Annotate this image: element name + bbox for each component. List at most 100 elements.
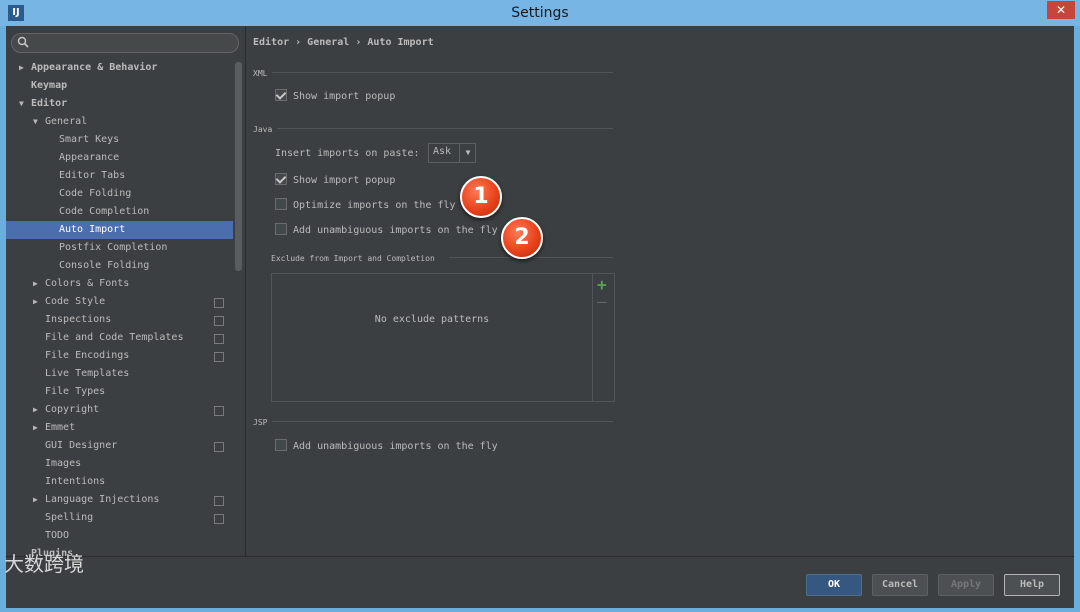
xml-section-label: XML xyxy=(253,69,268,78)
tree-item-keymap[interactable]: Keymap xyxy=(6,77,233,95)
tree-item-label: Keymap xyxy=(31,80,68,91)
project-scope-icon xyxy=(214,334,224,344)
optimize-imports-option[interactable]: Optimize imports on the fly xyxy=(275,198,456,213)
tree-item-gui-designer[interactable]: GUI Designer xyxy=(6,437,233,455)
tree-item-smart-keys[interactable]: Smart Keys xyxy=(6,131,233,149)
exclude-empty-text: No exclude patterns xyxy=(374,314,490,325)
breadcrumb: Editor › General › Auto Import xyxy=(253,37,434,48)
cancel-button[interactable]: Cancel xyxy=(872,574,928,596)
help-button[interactable]: Help xyxy=(1004,574,1060,596)
jsp-section-label: JSP xyxy=(253,418,268,427)
expanded-arrow-icon[interactable]: ▼ xyxy=(33,113,38,131)
tree-item-label: Images xyxy=(45,458,82,469)
tree-item-code-folding[interactable]: Code Folding xyxy=(6,185,233,203)
auto-import-panel: Editor › General › Auto Import XML Show … xyxy=(246,26,1074,556)
jsp-add-unambiguous-imports-checkbox[interactable] xyxy=(275,439,287,451)
tree-item-label: Smart Keys xyxy=(59,134,120,145)
tree-item-label: Intentions xyxy=(45,476,106,487)
callout-badge-1: 1 xyxy=(460,176,502,218)
insert-imports-select[interactable]: Ask ▼ xyxy=(428,143,476,163)
search-icon xyxy=(17,36,29,48)
callout-badge-2-number: 2 xyxy=(514,225,530,250)
tree-item-inspections[interactable]: Inspections xyxy=(6,311,233,329)
tree-item-label: Spelling xyxy=(45,512,94,523)
tree-item-label: TODO xyxy=(45,530,70,541)
tree-item-label: File Encodings xyxy=(45,350,130,361)
tree-item-postfix-completion[interactable]: Postfix Completion xyxy=(6,239,233,257)
tree-item-label: Editor xyxy=(31,98,68,109)
close-button[interactable]: ✕ xyxy=(1047,1,1075,19)
project-scope-icon xyxy=(214,496,224,506)
remove-pattern-icon[interactable]: — xyxy=(597,292,607,311)
expanded-arrow-icon[interactable]: ▼ xyxy=(19,95,24,113)
tree-item-label: Postfix Completion xyxy=(59,242,168,253)
tree-item-label: Copyright xyxy=(45,404,100,415)
tree-item-emmet[interactable]: ▶ Emmet xyxy=(6,419,233,437)
callout-badge-2: 2 xyxy=(501,217,543,259)
tree-item-editor-tabs[interactable]: Editor Tabs xyxy=(6,167,233,185)
chevron-down-icon[interactable]: ▼ xyxy=(459,144,476,162)
optimize-imports-label: Optimize imports on the fly xyxy=(293,200,456,211)
tree-item-label: Console Folding xyxy=(59,260,150,271)
tree-item-file-and-code-templates[interactable]: File and Code Templates xyxy=(6,329,233,347)
collapsed-arrow-icon[interactable]: ▶ xyxy=(33,275,38,293)
tree-item-live-templates[interactable]: Live Templates xyxy=(6,365,233,383)
tree-item-label: File Types xyxy=(45,386,106,397)
collapsed-arrow-icon[interactable]: ▶ xyxy=(19,59,24,77)
collapsed-arrow-icon[interactable]: ▶ xyxy=(33,401,38,419)
tree-item-images[interactable]: Images xyxy=(6,455,233,473)
optimize-imports-checkbox[interactable] xyxy=(275,198,287,210)
add-unambiguous-imports-option[interactable]: Add unambiguous imports on the fly xyxy=(275,223,498,238)
tree-item-language-injections[interactable]: ▶ Language Injections xyxy=(6,491,233,509)
tree-item-label: Editor Tabs xyxy=(59,170,126,181)
jsp-add-unambiguous-imports-option[interactable]: Add unambiguous imports on the fly xyxy=(275,439,498,454)
tree-item-label: GUI Designer xyxy=(45,440,118,451)
tree-item-label: Appearance xyxy=(59,152,120,163)
watermark-logo: 大数跨境 xyxy=(4,552,84,576)
tree-item-code-style[interactable]: ▶ Code Style xyxy=(6,293,233,311)
exclude-patterns-list[interactable]: No exclude patterns + — xyxy=(271,273,615,402)
tree-item-colors-and-fonts[interactable]: ▶ Colors & Fonts xyxy=(6,275,233,293)
collapsed-arrow-icon[interactable]: ▶ xyxy=(33,293,38,311)
tree-item-general[interactable]: ▼ General xyxy=(6,113,233,131)
xml-show-import-popup-checkbox[interactable] xyxy=(275,89,287,101)
title-bar: IJ Settings ✕ xyxy=(0,0,1080,26)
search-input[interactable] xyxy=(11,33,239,53)
project-scope-icon xyxy=(214,514,224,524)
project-scope-icon xyxy=(214,352,224,362)
tree-item-file-types[interactable]: File Types xyxy=(6,383,233,401)
apply-button[interactable]: Apply xyxy=(938,574,994,596)
xml-show-import-popup[interactable]: Show import popup xyxy=(275,89,396,104)
tree-item-intentions[interactable]: Intentions xyxy=(6,473,233,491)
tree-item-auto-import[interactable]: Auto Import xyxy=(6,221,233,239)
add-unambiguous-imports-label: Add unambiguous imports on the fly xyxy=(293,225,498,236)
tree-item-appearance[interactable]: Appearance xyxy=(6,149,233,167)
tree-item-editor[interactable]: ▼ Editor xyxy=(6,95,233,113)
tree-item-copyright[interactable]: ▶ Copyright xyxy=(6,401,233,419)
xml-show-import-popup-label: Show import popup xyxy=(293,91,396,102)
dialog-body: ▶ Appearance & Behavior Keymap ▼ Editor ▼ Gene… xyxy=(6,26,1074,608)
java-section-label: Java xyxy=(253,125,273,134)
tree-item-code-completion[interactable]: Code Completion xyxy=(6,203,233,221)
collapsed-arrow-icon[interactable]: ▶ xyxy=(33,491,38,509)
jsp-add-unambiguous-imports-label: Add unambiguous imports on the fly xyxy=(293,441,498,452)
java-show-import-popup-label: Show import popup xyxy=(293,175,396,186)
collapsed-arrow-icon[interactable]: ▶ xyxy=(33,419,38,437)
insert-imports-label: Insert imports on paste: xyxy=(275,148,420,159)
xml-separator xyxy=(272,72,613,73)
settings-window: IJ Settings ✕ ▶ Appearance & Behavior Keym… xyxy=(0,0,1080,612)
tree-item-appearance-and-behavior[interactable]: ▶ Appearance & Behavior xyxy=(6,59,233,77)
java-show-import-popup-checkbox[interactable] xyxy=(275,173,287,185)
tree-item-label: File and Code Templates xyxy=(45,332,184,343)
tree-item-console-folding[interactable]: Console Folding xyxy=(6,257,233,275)
tree-item-spelling[interactable]: Spelling xyxy=(6,509,233,527)
dialog-footer: OK Cancel Apply Help xyxy=(6,556,1074,608)
jsp-separator xyxy=(272,421,613,422)
tree-item-todo[interactable]: TODO xyxy=(6,527,233,545)
java-show-import-popup[interactable]: Show import popup xyxy=(275,173,396,188)
add-unambiguous-imports-checkbox[interactable] xyxy=(275,223,287,235)
ok-button[interactable]: OK xyxy=(806,574,862,596)
tree-item-file-encodings[interactable]: File Encodings xyxy=(6,347,233,365)
sidebar-scrollbar[interactable] xyxy=(235,62,242,271)
tree-item-label: Code Completion xyxy=(59,206,150,217)
